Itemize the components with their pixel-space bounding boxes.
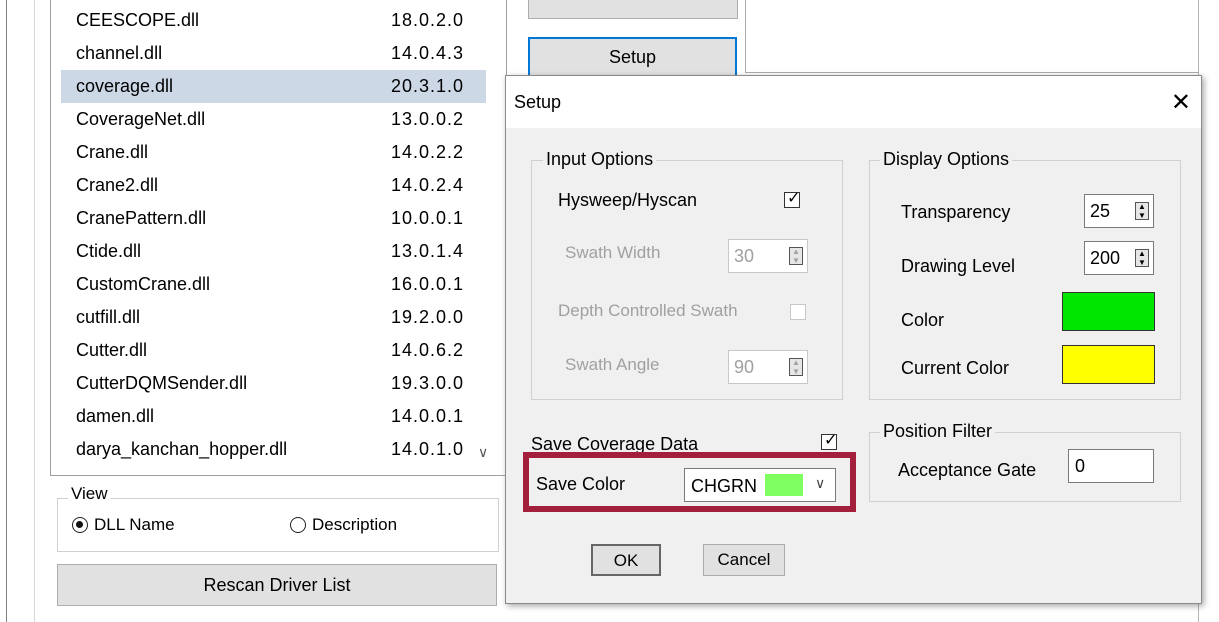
driver-version: 14.0.1.0 (391, 439, 465, 459)
transparency-spinner[interactable]: 25 ▲ ▼ (1084, 194, 1154, 228)
dll-name-label: DLL Name (94, 515, 175, 534)
current-color-swatch (1062, 345, 1155, 384)
highlight-box (523, 452, 856, 512)
cancel-button[interactable]: Cancel (703, 544, 785, 576)
swath-angle-value: 90 (734, 357, 755, 377)
spinner-arrows-icon[interactable]: ▲ ▼ (789, 358, 803, 376)
driver-list-row[interactable]: Crane2.dll 14.0.2.4 (61, 169, 486, 202)
driver-name: channel.dll (76, 43, 163, 63)
driver-version: 14.0.2.4 (391, 175, 465, 195)
description-radio[interactable] (290, 517, 306, 533)
dialog-titlebar: Setup ✕ (506, 76, 1201, 128)
check-mark-icon: ✓ (787, 190, 801, 207)
swath-width-label: Swath Width (565, 243, 661, 262)
driver-list-row[interactable]: Crane.dll 14.0.2.2 (61, 136, 486, 169)
swath-angle-spinner[interactable]: 90 ▲ ▼ (728, 350, 808, 384)
panel-divider-horizontal (745, 72, 1198, 73)
driver-name: Crane.dll (76, 142, 149, 162)
driver-list-row[interactable]: CranePattern.dll 10.0.0.1 (61, 202, 486, 235)
swath-width-value: 30 (734, 246, 755, 266)
driver-version: 19.3.0.0 (391, 373, 465, 393)
dll-name-radio[interactable] (72, 517, 88, 533)
driver-version: 20.3.1.0 (391, 76, 465, 96)
hysweep-label: Hysweep/Hyscan (558, 190, 698, 210)
close-icon[interactable]: ✕ (1171, 88, 1191, 117)
scroll-down-icon[interactable]: ∨ (478, 444, 488, 461)
driver-list-row[interactable]: CustomCrane.dll 16.0.0.1 (61, 268, 486, 301)
driver-version: 19.2.0.0 (391, 307, 465, 327)
check-mark-icon: ✓ (824, 432, 838, 449)
driver-version: 18.0.2.0 (391, 10, 465, 30)
spinner-arrows-icon[interactable]: ▲ ▼ (789, 247, 803, 265)
hysweep-checkbox[interactable]: ✓ (784, 190, 801, 208)
current-color-label: Current Color (901, 358, 1010, 378)
spinner-arrows-icon[interactable]: ▲ ▼ (1135, 202, 1149, 220)
ok-button[interactable]: OK (591, 544, 661, 576)
save-coverage-data-checkbox[interactable]: ✓ (821, 432, 838, 450)
driver-name: CutterDQMSender.dll (76, 373, 248, 393)
acceptance-gate-value: 0 (1075, 456, 1086, 476)
panel-divider (34, 0, 35, 622)
driver-list-row[interactable]: cutfill.dll 19.2.0.0 (61, 301, 486, 334)
driver-list-row[interactable]: CEESCOPE.dll 18.0.2.0 (61, 4, 486, 37)
driver-list-row[interactable]: CutterDQMSender.dll 19.3.0.0 (61, 367, 486, 400)
driver-name: cutfill.dll (76, 307, 141, 327)
driver-name: Ctide.dll (76, 241, 142, 261)
driver-name: CustomCrane.dll (76, 274, 211, 294)
driver-name: CEESCOPE.dll (76, 10, 200, 30)
transparency-value: 25 (1090, 201, 1111, 221)
depth-controlled-swath-label: Depth Controlled Swath (558, 301, 738, 320)
depth-controlled-swath-checkbox[interactable] (790, 304, 806, 320)
driver-list-row[interactable]: darya_kanchan_hopper.dll 14.0.1.0 (61, 433, 486, 466)
description-label: Description (312, 515, 398, 534)
swath-width-spinner[interactable]: 30 ▲ ▼ (728, 239, 808, 273)
driver-version: 14.0.0.1 (391, 406, 465, 426)
transparency-label: Transparency (901, 202, 1011, 222)
driver-list-row[interactable]: channel.dll 14.0.4.3 (61, 37, 486, 70)
drawing-level-value: 200 (1090, 248, 1121, 268)
driver-name: CoverageNet.dll (76, 109, 206, 129)
dialog-title: Setup (514, 92, 562, 112)
position-filter-legend: Position Filter (880, 421, 996, 442)
driver-version: 14.0.4.3 (391, 43, 465, 63)
driver-version: 10.0.0.1 (391, 208, 465, 228)
driver-list-row[interactable]: coverage.dll 20.3.1.0 (61, 70, 486, 103)
drawing-level-spinner[interactable]: 200 ▲ ▼ (1084, 241, 1154, 275)
rescan-driver-list-button[interactable]: Rescan Driver List (57, 564, 497, 606)
color-swatch[interactable] (1062, 292, 1155, 331)
input-options-legend: Input Options (543, 149, 657, 170)
driver-list-row[interactable]: Ctide.dll 13.0.1.4 (61, 235, 486, 268)
acceptance-gate-label: Acceptance Gate (898, 460, 1037, 480)
driver-list-row[interactable]: CoverageNet.dll 13.0.0.2 (61, 103, 486, 136)
driver-version: 13.0.1.4 (391, 241, 465, 261)
panel-divider-vertical (745, 0, 746, 73)
spinner-arrows-icon[interactable]: ▲ ▼ (1135, 249, 1149, 267)
driver-version: 14.0.6.2 (391, 340, 465, 360)
driver-name: coverage.dll (76, 76, 174, 96)
view-legend: View (68, 484, 111, 504)
setup-dialog: Setup ✕ Input Options Hysweep/Hyscan ✓ S… (505, 75, 1202, 604)
acceptance-gate-input[interactable]: 0 (1068, 449, 1154, 483)
driver-list-row[interactable]: Cutter.dll 14.0.6.2 (61, 334, 486, 367)
driver-name: damen.dll (76, 406, 155, 426)
driver-name: Cutter.dll (76, 340, 148, 360)
top-button[interactable] (528, 0, 738, 19)
color-label: Color (901, 310, 945, 330)
driver-name: CranePattern.dll (76, 208, 207, 228)
setup-button[interactable]: Setup (528, 37, 737, 77)
swath-angle-label: Swath Angle (565, 355, 660, 374)
driver-name: Crane2.dll (76, 175, 159, 195)
display-options-legend: Display Options (880, 149, 1013, 170)
driver-name: darya_kanchan_hopper.dll (76, 439, 288, 459)
driver-version: 13.0.0.2 (391, 109, 465, 129)
driver-version: 14.0.2.2 (391, 142, 465, 162)
window-left-border (6, 0, 7, 622)
driver-list[interactable]: CEESCOPE.dll 18.0.2.0 channel.dll 14.0.4.3 c… (50, 0, 507, 476)
driver-version: 16.0.0.1 (391, 274, 465, 294)
drawing-level-label: Drawing Level (901, 256, 1016, 276)
driver-list-row[interactable]: damen.dll 14.0.0.1 (61, 400, 486, 433)
